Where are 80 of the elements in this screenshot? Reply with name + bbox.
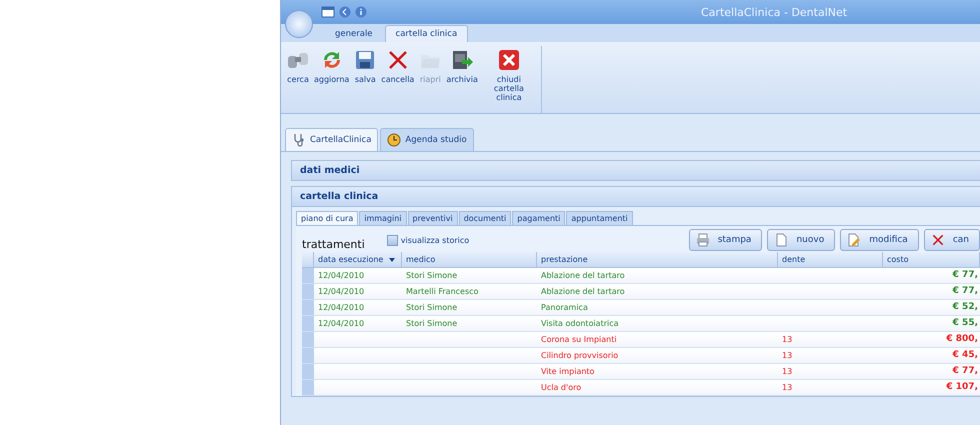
stethoscope-icon (292, 133, 306, 147)
column-header[interactable]: costo (883, 252, 980, 268)
table-cell: Ablazione del tartaro (537, 284, 778, 300)
table-cell: Martelli Francesco (402, 284, 537, 300)
section-tab[interactable]: pagamenti (512, 211, 566, 225)
section-tab[interactable]: documenti (458, 211, 512, 225)
row-selector[interactable] (302, 364, 314, 380)
table-cell: Vite impianto (537, 364, 778, 380)
info-icon[interactable] (355, 6, 367, 18)
table-cell: € 77, (883, 364, 980, 380)
table-cell: Corona su Impianti (537, 332, 778, 348)
table-cell: Ablazione del tartaro (537, 268, 778, 284)
row-selector[interactable] (302, 332, 314, 348)
section-tab[interactable]: appuntamenti (566, 211, 633, 225)
section-tab[interactable]: immagini (359, 211, 407, 225)
table-cell: 12/04/2010 (314, 300, 402, 316)
action-button[interactable]: nuovo (767, 229, 836, 251)
table-cell: € 55, (883, 316, 980, 332)
window-title: CartellaClinica - DentalNet (701, 6, 848, 19)
table-cell: € 800, (883, 332, 980, 348)
table-cell: € 77, (883, 268, 980, 284)
cross-icon (930, 233, 945, 247)
printer-icon (696, 233, 710, 247)
sort-down-icon (389, 258, 396, 262)
ribbon-button[interactable]: aggiorna (313, 46, 350, 86)
column-header[interactable]: data esecuzione (314, 252, 402, 268)
ribbon-button[interactable]: chiudi cartella clinica (480, 46, 537, 104)
column-header[interactable]: prestazione (537, 252, 778, 268)
history-checkbox[interactable]: visualizza storico (386, 234, 470, 246)
table-cell: Visita odontoiatrica (537, 316, 778, 332)
close-icon (496, 48, 521, 72)
table-cell: 12/04/2010 (314, 284, 402, 300)
table-cell: 12/04/2010 (314, 316, 402, 332)
back-circle-icon[interactable] (339, 6, 351, 18)
window-icon[interactable] (321, 6, 335, 18)
clock-icon (387, 133, 402, 147)
table-cell: Stori Simone (402, 300, 537, 316)
table-cell: 13 (778, 348, 883, 364)
column-header[interactable]: medico (402, 252, 537, 268)
panel-header: dati medici (291, 160, 980, 181)
ribbon-tab[interactable]: generale (325, 26, 383, 42)
ribbon-button[interactable]: cancella (380, 46, 416, 86)
section-tab[interactable]: piano di cura (296, 211, 358, 225)
app-menu-button[interactable] (285, 10, 313, 38)
table-cell: € 52, (883, 300, 980, 316)
action-button[interactable]: can (924, 229, 980, 251)
table-cell: € 45, (883, 348, 980, 364)
table-cell: € 107, (883, 380, 980, 396)
row-selector[interactable] (302, 348, 314, 364)
column-header[interactable]: dente (778, 252, 883, 268)
table-cell: Panoramica (537, 300, 778, 316)
table-cell: 12/04/2010 (314, 268, 402, 284)
table-cell: Ucla d'oro (537, 380, 778, 396)
row-selector[interactable] (302, 268, 314, 284)
table-cell: Stori Simone (402, 316, 537, 332)
table-cell: 13 (778, 364, 883, 380)
section-tab[interactable]: preventivi (408, 211, 458, 225)
table-cell: Stori Simone (402, 268, 537, 284)
ribbon-button[interactable]: archivia (445, 46, 479, 86)
page-icon (774, 233, 788, 247)
document-tab[interactable]: Agenda studio (380, 128, 474, 151)
action-button[interactable]: stampa (688, 229, 762, 251)
panel-header: cartella clinica (292, 187, 980, 207)
row-selector[interactable] (302, 284, 314, 300)
table-cell: 13 (778, 380, 883, 396)
row-selector[interactable] (302, 300, 314, 316)
row-selector[interactable] (302, 316, 314, 332)
document-tab[interactable]: CartellaClinica (285, 128, 378, 151)
row-selector[interactable] (302, 380, 314, 396)
edit-page-icon (847, 233, 862, 247)
header-corner (302, 252, 314, 268)
ribbon-button[interactable]: cerca (285, 46, 311, 86)
ribbon-button[interactable]: salva (352, 46, 378, 86)
ribbon-tab[interactable]: cartella clinica (384, 25, 468, 42)
section-title: trattamenti (302, 238, 365, 250)
action-button[interactable]: modifica (840, 229, 919, 251)
table-cell: 13 (778, 332, 883, 348)
table-cell: Cilindro provvisorio (537, 348, 778, 364)
archive-box-icon (450, 48, 474, 72)
table-cell: € 77, (883, 284, 980, 300)
